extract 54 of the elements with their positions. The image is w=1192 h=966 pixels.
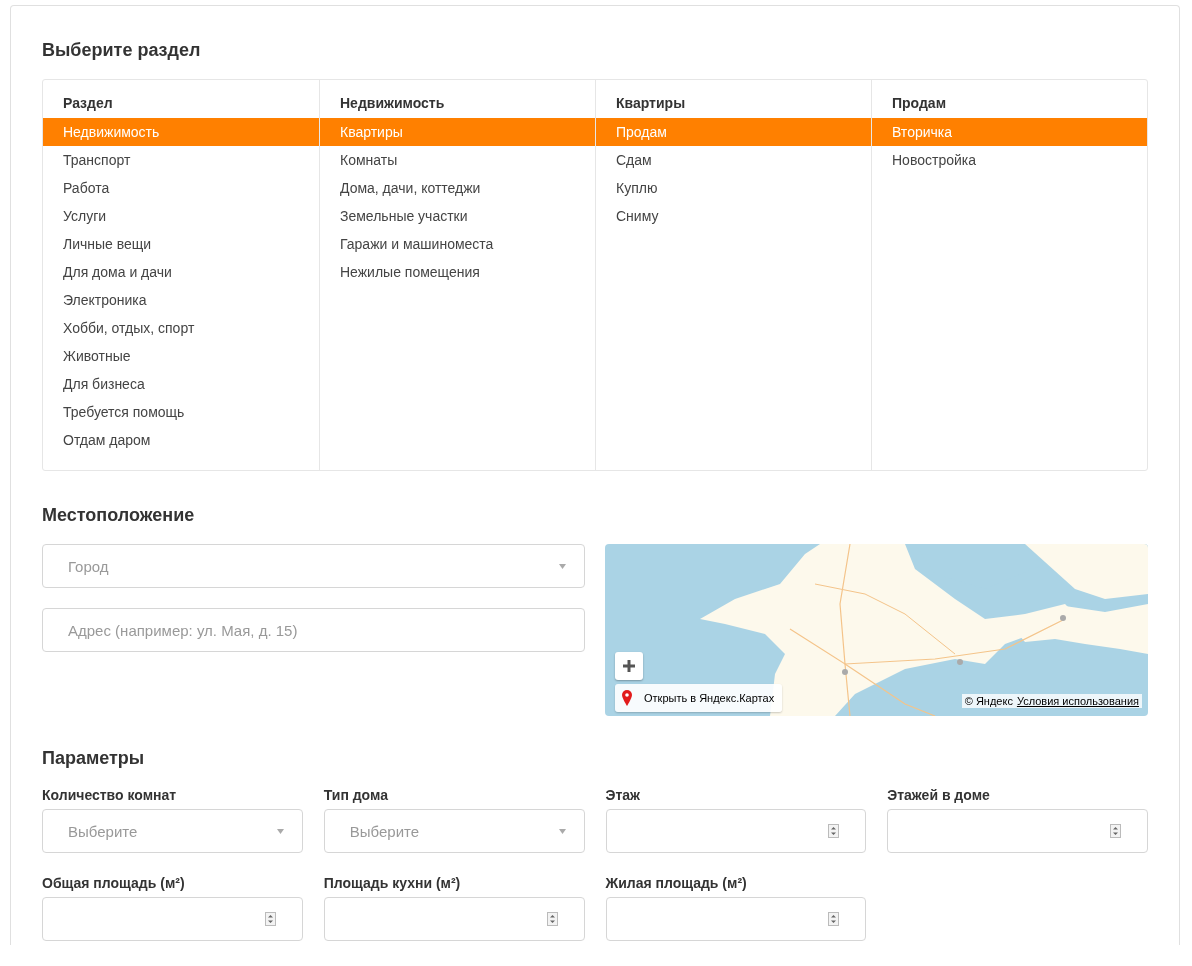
category-item[interactable]: Личные вещи bbox=[43, 230, 319, 258]
section-title: Параметры bbox=[42, 748, 146, 769]
field-label: Тип дома bbox=[323, 787, 389, 803]
category-item[interactable]: Отдам даром bbox=[43, 426, 319, 454]
column-heading: Квартиры bbox=[615, 94, 687, 113]
zoom-in-button[interactable] bbox=[615, 652, 643, 680]
category-item[interactable]: Новостройка bbox=[872, 146, 1147, 174]
category-item[interactable]: Требуется помощь bbox=[43, 398, 319, 426]
column-heading: Раздел bbox=[62, 94, 114, 113]
field-label: Этажей в доме bbox=[887, 787, 991, 803]
column-heading: Недвижимость bbox=[339, 94, 446, 113]
field-label: Общая площадь (м²) bbox=[42, 875, 186, 891]
category-item[interactable]: Услуги bbox=[43, 202, 319, 230]
section-title: Местоположение bbox=[42, 505, 196, 526]
caret-icon bbox=[276, 828, 284, 834]
number-field[interactable] bbox=[42, 897, 303, 941]
spinner-icon bbox=[828, 824, 840, 838]
number-field[interactable] bbox=[605, 897, 867, 941]
field-label: Жилая площадь (м²) bbox=[605, 875, 748, 891]
plus-icon bbox=[623, 660, 635, 672]
category-item[interactable]: Животные bbox=[43, 342, 319, 370]
category-item[interactable]: Дома, дачи, коттеджи bbox=[320, 174, 595, 202]
category-item[interactable]: Сдам bbox=[596, 146, 871, 174]
caret-icon bbox=[559, 563, 566, 569]
number-field[interactable] bbox=[323, 897, 585, 941]
address-field[interactable]: Адрес (например: ул. Мая, д. 15) bbox=[42, 608, 585, 652]
category-item[interactable]: Хобби, отдых, спорт bbox=[43, 314, 319, 342]
category-item[interactable]: Для дома и дачи bbox=[43, 258, 319, 286]
spinner-icon bbox=[264, 912, 276, 926]
section-title: Выберите раздел bbox=[42, 40, 202, 61]
category-item[interactable]: Земельные участки bbox=[320, 202, 595, 230]
category-item[interactable]: Электроника bbox=[43, 286, 319, 314]
copyright-text: © Яндекс bbox=[964, 695, 1013, 707]
field-label: Количество комнат bbox=[42, 787, 178, 803]
map-pin-icon bbox=[622, 690, 632, 706]
category-item[interactable]: Сниму bbox=[596, 202, 871, 230]
category-item[interactable]: Нежилые помещения bbox=[320, 258, 595, 286]
number-field[interactable] bbox=[605, 809, 867, 853]
category-item[interactable]: Гаражи и машиноместа bbox=[320, 230, 595, 258]
spinner-icon bbox=[1110, 824, 1121, 838]
category-item[interactable]: Для бизнеса bbox=[43, 370, 319, 398]
field-label: Площадь кухни (м²) bbox=[323, 875, 462, 891]
category-item[interactable]: Комнаты bbox=[320, 146, 595, 174]
spinner-icon bbox=[828, 912, 840, 926]
terms-link[interactable]: Условия использования bbox=[1016, 695, 1139, 707]
category-item[interactable]: Работа bbox=[43, 174, 319, 202]
caret-icon bbox=[558, 828, 566, 834]
category-item[interactable]: Транспорт bbox=[43, 146, 319, 174]
field-label: Этаж bbox=[605, 787, 642, 803]
number-field[interactable] bbox=[887, 809, 1148, 853]
column-heading: Продам bbox=[891, 94, 947, 113]
spinner-icon bbox=[546, 912, 558, 926]
open-map-link[interactable]: Открыть в Яндекс.Картах bbox=[615, 684, 783, 712]
category-item[interactable]: Куплю bbox=[596, 174, 871, 202]
